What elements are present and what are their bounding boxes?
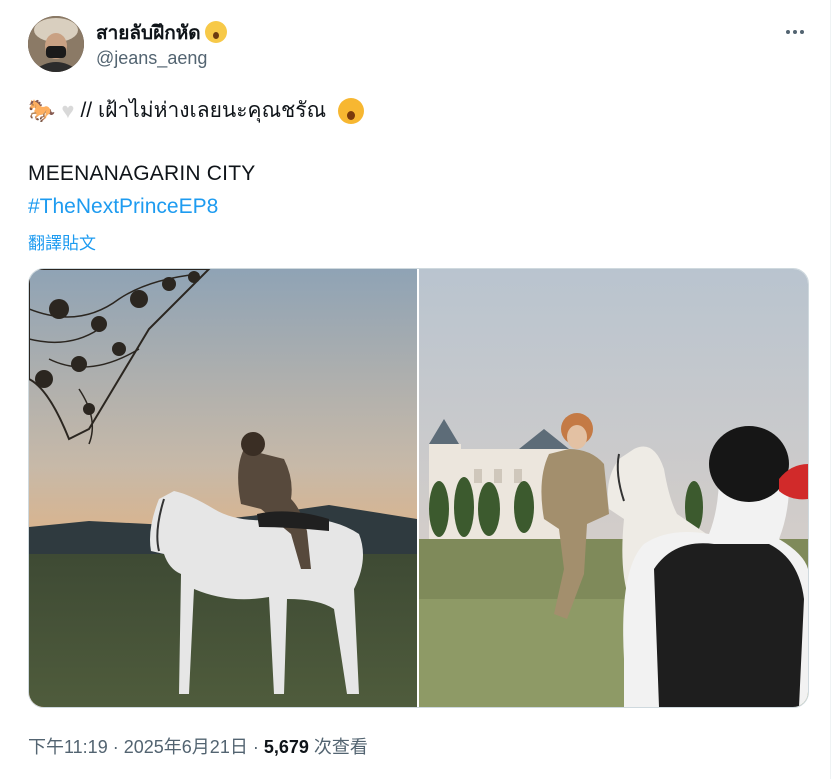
horse-icon: 🐎: [28, 97, 56, 123]
separator-dot: ·: [112, 737, 119, 757]
face-with-open-mouth-icon: [338, 97, 365, 124]
tweet-time[interactable]: 下午11:19: [28, 737, 108, 757]
photo-image: [29, 269, 417, 707]
tweet-text: // เฝ้าไม่ห่างเลยนะคุณชรัณ: [80, 99, 327, 122]
tweet-text-line-2: MEENANAGARIN CITY: [28, 162, 256, 185]
sunset-horse-rider-photo[interactable]: [29, 269, 417, 707]
avatar-image: [28, 16, 84, 72]
photo-image: [419, 269, 808, 707]
tweet-date[interactable]: 2025年6月21日: [124, 737, 248, 757]
media-grid: [28, 268, 809, 708]
tweet-card: สายลับฝึกหัด @jeans_aeng 🐎 ♥ // เฝ้าไม่ห…: [0, 0, 831, 779]
ellipsis-dot: [800, 30, 804, 34]
separator-dot: ·: [252, 737, 259, 757]
white-heart-icon: ♥: [61, 97, 75, 123]
translate-post-link[interactable]: 翻譯貼文: [28, 229, 96, 254]
tweet-meta: 下午11:19 · 2025年6月21日 · 5,679 次查看: [28, 733, 368, 759]
tweet-text-line-1: 🐎 ♥ // เฝ้าไม่ห่างเลยนะคุณชรัณ: [28, 94, 365, 127]
castle-horse-rider-photo[interactable]: [419, 269, 808, 707]
ellipsis-dot: [793, 30, 797, 34]
display-name-text[interactable]: สายลับฝึกหัด: [96, 23, 201, 44]
ellipsis-icon: [786, 30, 790, 34]
user-handle[interactable]: @jeans_aeng: [96, 48, 207, 69]
display-name[interactable]: สายลับฝึกหัด: [96, 18, 227, 48]
avatar[interactable]: [28, 16, 84, 72]
more-options-button[interactable]: [780, 20, 810, 44]
hashtag-link[interactable]: #TheNextPrinceEP8: [28, 195, 218, 219]
views-label: 次查看: [313, 737, 368, 757]
surprised-face-icon: [204, 21, 227, 43]
views-count: 5,679: [263, 737, 309, 757]
